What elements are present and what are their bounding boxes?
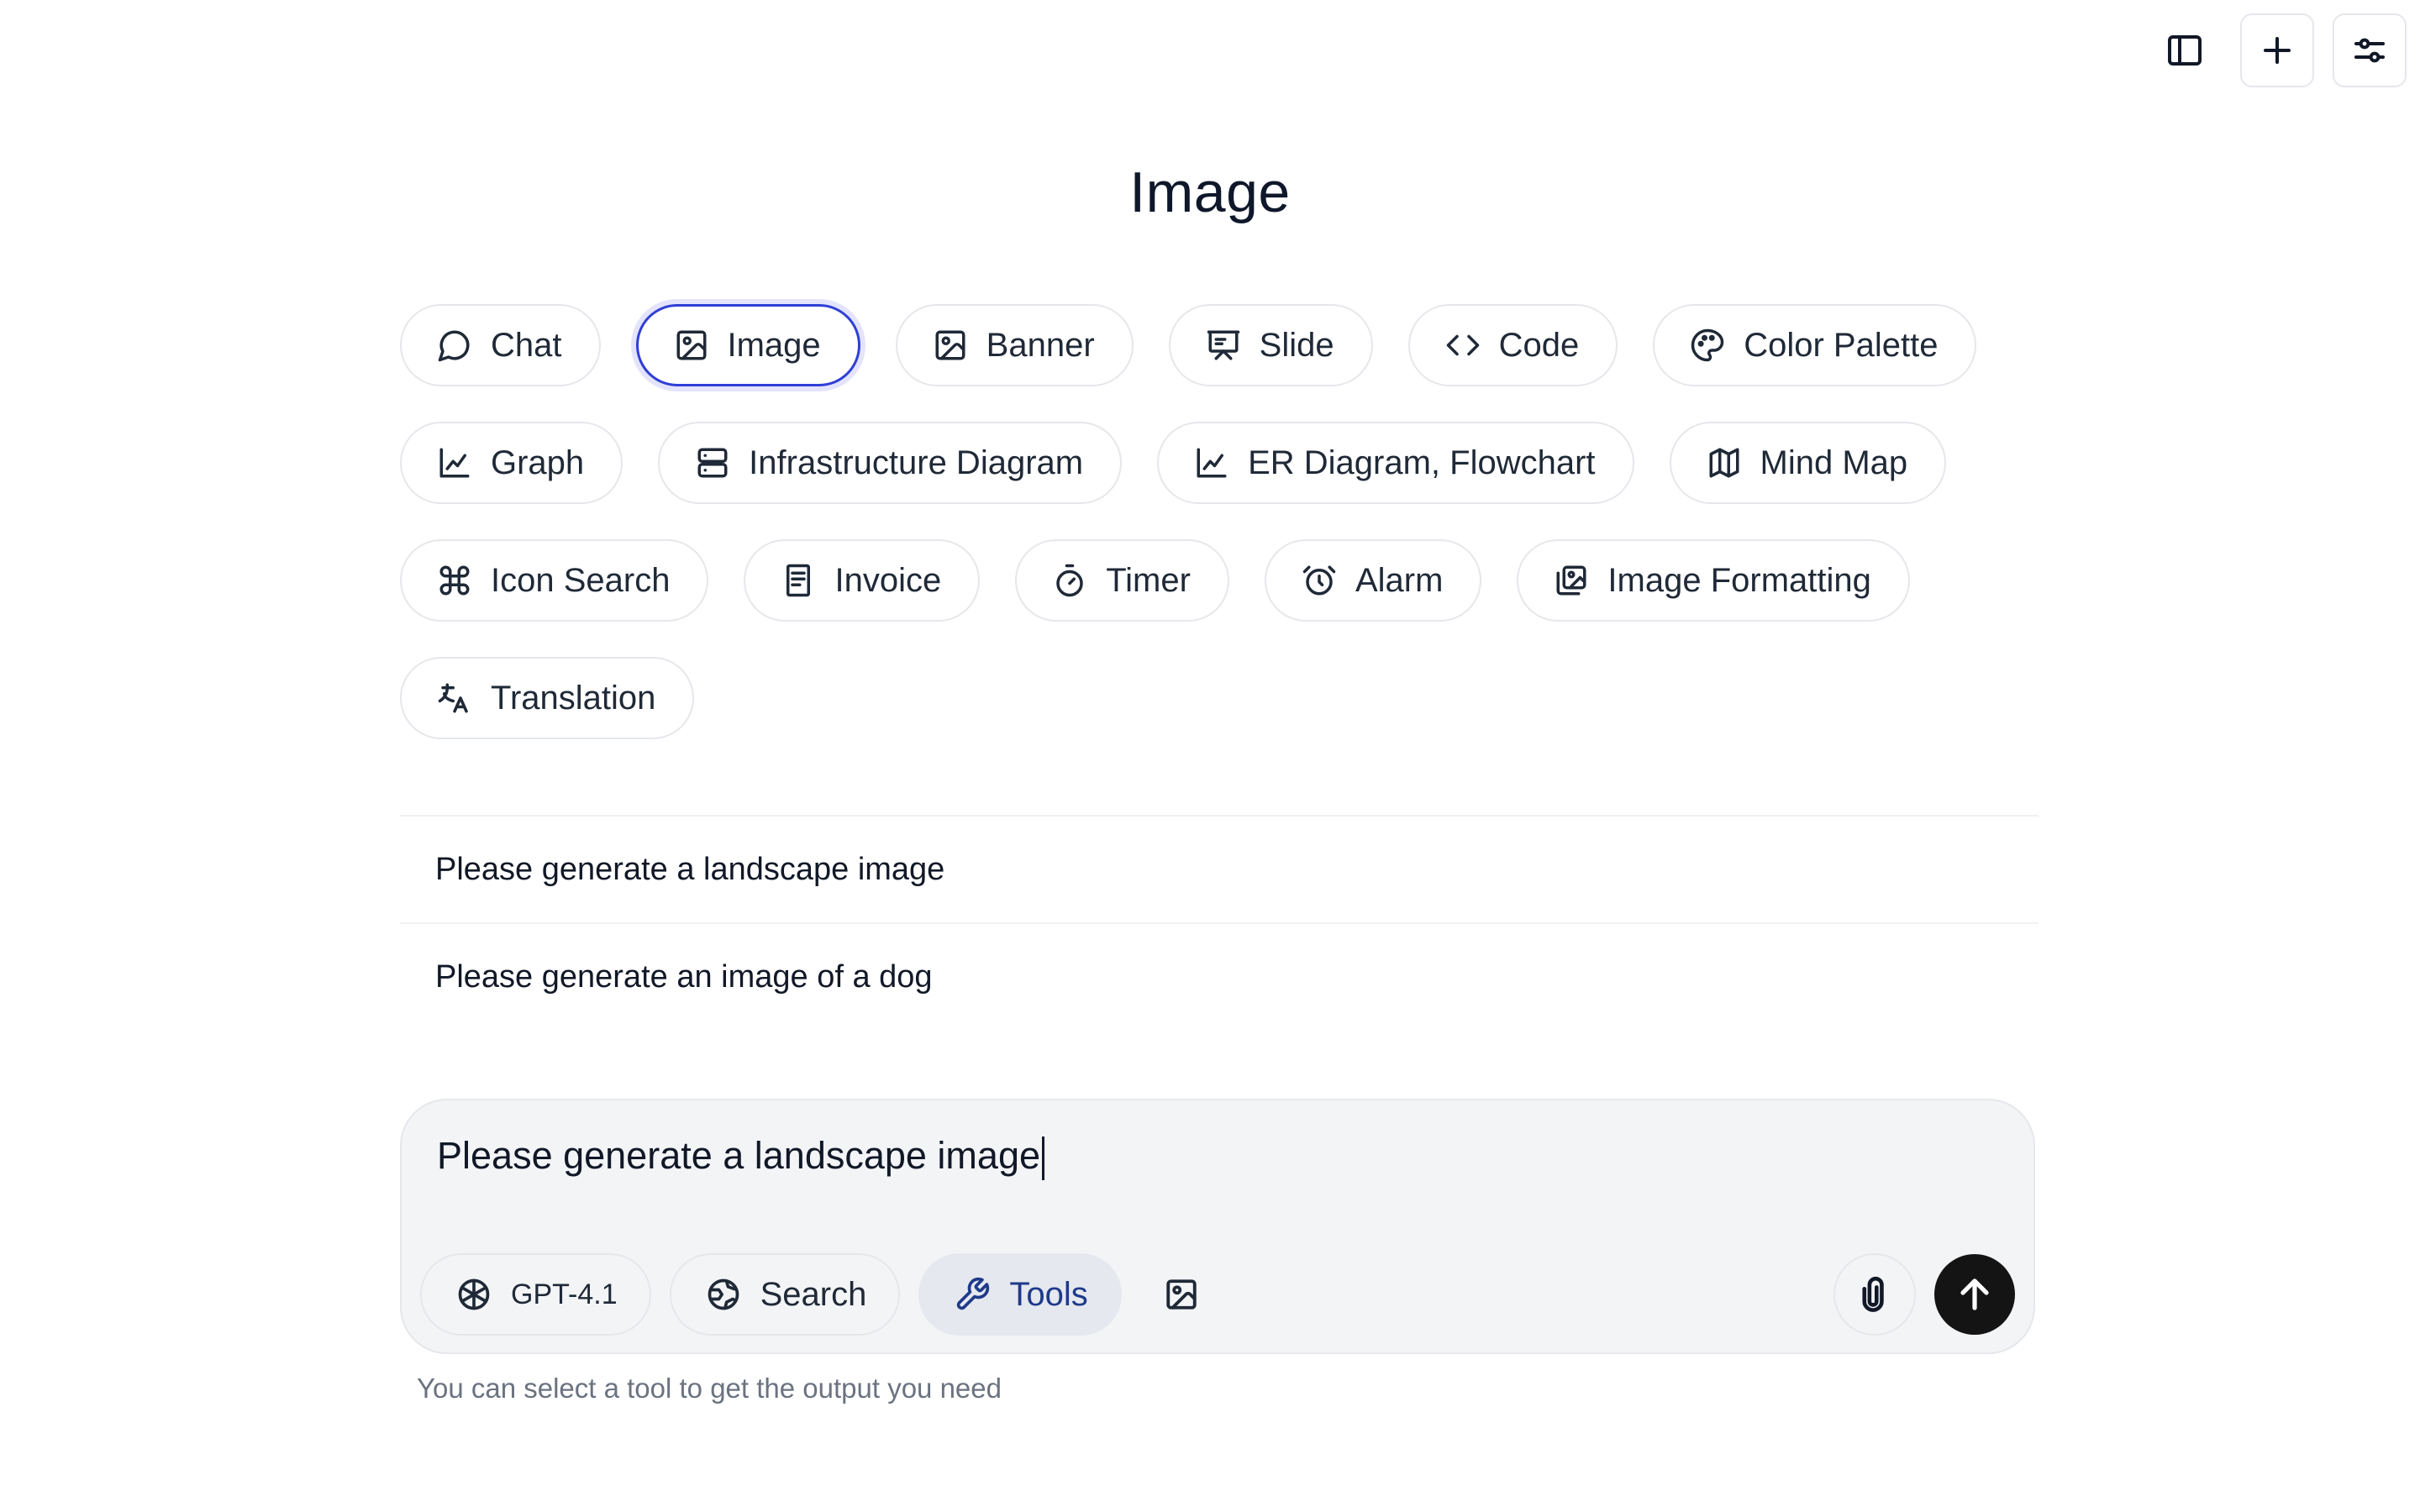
tool-label: Translation <box>491 679 656 717</box>
tool-banner[interactable]: Banner <box>895 304 1134 386</box>
toggle-sidebar-button[interactable] <box>2148 13 2222 87</box>
chat-bubble-icon <box>437 328 472 363</box>
tool-label: Banner <box>986 326 1095 364</box>
settings-button[interactable] <box>2333 13 2407 87</box>
code-icon <box>1445 328 1481 363</box>
tool-row: Icon Search Invoice Timer Alarm Image Fo… <box>400 539 2039 622</box>
tool-label: Alarm <box>1355 561 1444 599</box>
tool-slide[interactable]: Slide <box>1168 304 1373 386</box>
composer-toolbar: GPT-4.1 Search Tools <box>420 1253 2015 1336</box>
tool-image[interactable]: Image <box>635 304 860 386</box>
tool-mind-map[interactable]: Mind Map <box>1669 422 1947 504</box>
tool-label: Slide <box>1259 326 1334 364</box>
tool-label: ER Diagram, Flowchart <box>1248 444 1596 481</box>
composer-hint: You can select a tool to get the output … <box>417 1373 1002 1404</box>
tool-label: Timer <box>1106 561 1191 599</box>
search-toggle-button[interactable]: Search <box>669 1253 901 1336</box>
prompt-text: Please generate a landscape image <box>437 1134 1041 1177</box>
send-button[interactable] <box>1934 1254 2015 1335</box>
sidebar-icon <box>2165 30 2205 71</box>
search-label: Search <box>760 1275 867 1313</box>
tool-row: Chat Image Banner Slide Code Color Palet… <box>400 304 2039 386</box>
tool-selector: Chat Image Banner Slide Code Color Palet… <box>400 304 2039 774</box>
arrow-up-icon <box>1954 1274 1995 1315</box>
new-chat-button[interactable] <box>2240 13 2314 87</box>
palette-icon <box>1690 328 1725 363</box>
tools-toggle-button[interactable]: Tools <box>918 1253 1122 1336</box>
chart-line-icon <box>1194 445 1229 480</box>
tool-er-diagram-flowchart[interactable]: ER Diagram, Flowchart <box>1157 422 1634 504</box>
model-label: GPT-4.1 <box>511 1278 618 1310</box>
sliders-icon <box>2349 30 2390 71</box>
alarm-clock-icon <box>1302 563 1337 598</box>
wrench-icon <box>954 1276 991 1313</box>
image-icon <box>674 328 709 363</box>
suggestion-item[interactable]: Please generate a landscape image <box>400 815 2039 922</box>
tool-chat[interactable]: Chat <box>400 304 601 386</box>
tool-color-palette[interactable]: Color Palette <box>1653 304 1977 386</box>
tool-label: Icon Search <box>491 561 671 599</box>
timer-icon <box>1052 563 1087 598</box>
tool-label: Code <box>1498 326 1580 364</box>
tool-label: Color Palette <box>1744 326 1939 364</box>
tool-label: Invoice <box>834 561 942 599</box>
tool-image-formatting[interactable]: Image Formatting <box>1517 539 1910 622</box>
tool-label: Chat <box>491 326 562 364</box>
images-icon <box>1554 563 1589 598</box>
tool-label: Image <box>727 326 821 364</box>
suggestion-item[interactable]: Please generate an image of a dog <box>400 922 2039 1030</box>
image-upload-button[interactable] <box>1140 1253 1223 1336</box>
translate-icon <box>437 680 472 716</box>
tool-alarm[interactable]: Alarm <box>1264 539 1482 622</box>
tool-infrastructure-diagram[interactable]: Infrastructure Diagram <box>658 422 1123 504</box>
composer: Please generate a landscape image GPT-4.… <box>400 1099 2035 1354</box>
paperclip-icon <box>1855 1275 1894 1314</box>
attach-file-button[interactable] <box>1833 1253 1916 1336</box>
tool-label: Infrastructure Diagram <box>749 444 1084 481</box>
map-icon <box>1707 445 1742 480</box>
suggestion-list: Please generate a landscape image Please… <box>400 815 2039 1030</box>
tool-label: Image Formatting <box>1607 561 1871 599</box>
top-toolbar <box>2148 13 2407 87</box>
prompt-input[interactable]: Please generate a landscape image <box>437 1134 1045 1181</box>
tools-label: Tools <box>1009 1275 1088 1313</box>
tool-code[interactable]: Code <box>1407 304 1618 386</box>
model-selector-button[interactable]: GPT-4.1 <box>420 1253 651 1336</box>
tool-label: Graph <box>491 444 585 481</box>
tool-row: Graph Infrastructure Diagram ER Diagram,… <box>400 422 2039 504</box>
chart-line-icon <box>437 445 472 480</box>
tool-label: Mind Map <box>1760 444 1908 481</box>
tool-invoice[interactable]: Invoice <box>744 539 981 622</box>
page-title: Image <box>1129 160 1291 224</box>
server-icon <box>695 445 730 480</box>
tool-translation[interactable]: Translation <box>400 657 695 739</box>
globe-icon <box>705 1276 742 1313</box>
command-icon <box>437 563 472 598</box>
plus-icon <box>2257 30 2297 71</box>
image-icon <box>1164 1277 1199 1312</box>
presentation-icon <box>1206 328 1241 363</box>
openai-logo-icon <box>455 1276 492 1313</box>
tool-graph[interactable]: Graph <box>400 422 623 504</box>
tool-row: Translation <box>400 657 2039 739</box>
text-caret <box>1042 1137 1045 1181</box>
tool-icon-search[interactable]: Icon Search <box>400 539 709 622</box>
image-icon <box>933 328 968 363</box>
tool-timer[interactable]: Timer <box>1015 539 1229 622</box>
receipt-icon <box>781 563 816 598</box>
